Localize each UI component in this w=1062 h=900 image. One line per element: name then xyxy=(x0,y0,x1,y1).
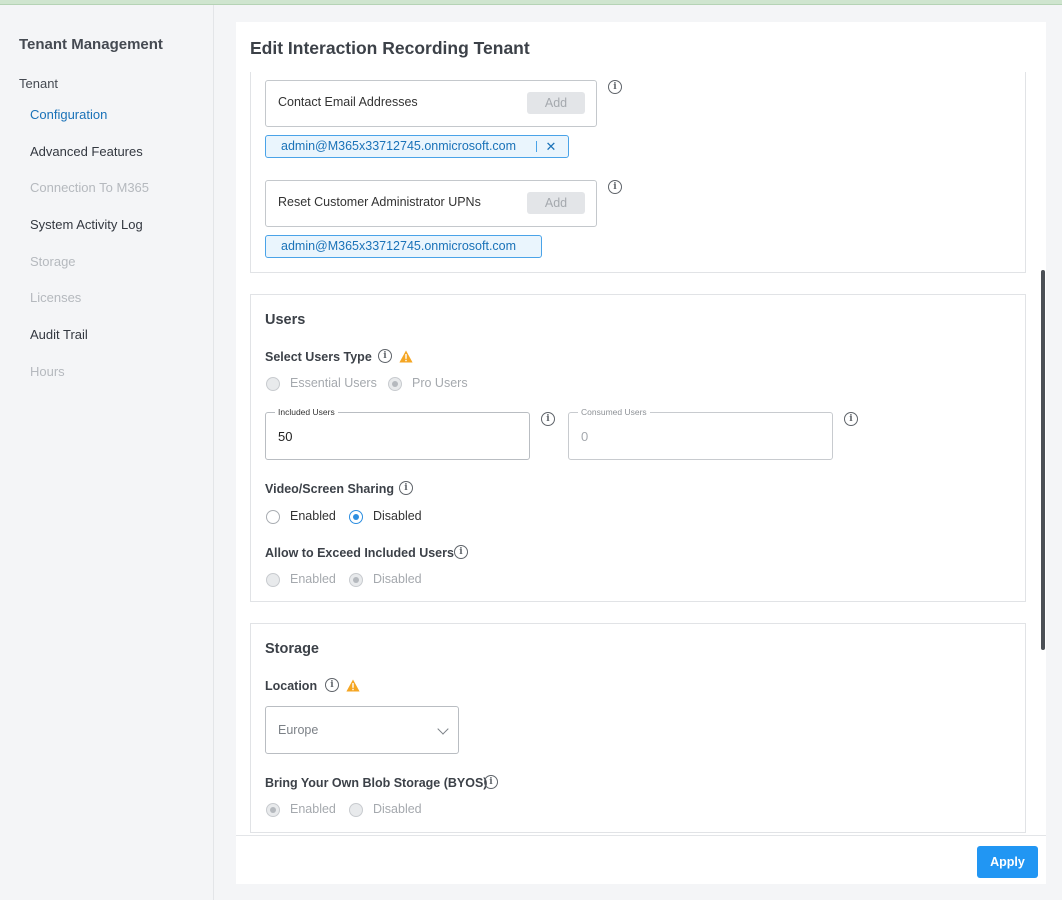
location-label: Location xyxy=(265,679,318,693)
sidebar-item-hours: Hours xyxy=(30,364,65,379)
included-users-value: 50 xyxy=(278,429,293,444)
consumed-users-value: 0 xyxy=(581,429,589,444)
panel-footer: Apply xyxy=(236,835,1046,884)
pro-users-radio xyxy=(388,377,402,391)
video-disabled-radio[interactable] xyxy=(349,510,363,524)
info-icon[interactable]: i xyxy=(541,412,555,426)
reset-admin-upn-field[interactable]: Reset Customer Administrator UPNs Add xyxy=(265,180,597,227)
sidebar-item-system-activity-log[interactable]: System Activity Log xyxy=(30,217,143,232)
page-title: Edit Interaction Recording Tenant xyxy=(250,38,530,58)
allow-exceed-users-label: Allow to Exceed Included Users xyxy=(265,546,454,560)
video-enabled-label[interactable]: Enabled xyxy=(290,509,336,523)
form-scroll-area[interactable]: Contact Email Addresses Add i admin@M365… xyxy=(236,72,1046,835)
byos-enabled-label: Enabled xyxy=(290,802,336,816)
chip-text: admin@M365x33712745.onmicrosoft.com xyxy=(281,139,517,153)
sidebar-item-connection-to-m365: Connection To M365 xyxy=(30,180,150,195)
byos-enabled-radio xyxy=(266,803,280,817)
info-icon[interactable]: i xyxy=(484,775,498,789)
warning-icon xyxy=(346,679,360,692)
exceed-disabled-radio xyxy=(349,573,363,587)
reset-admin-upn-label: Reset Customer Administrator UPNs xyxy=(278,195,481,209)
info-icon[interactable]: i xyxy=(325,678,339,692)
included-users-label: Included Users xyxy=(275,407,338,417)
sidebar-item-audit-trail[interactable]: Audit Trail xyxy=(30,327,88,342)
video-screen-sharing-label: Video/Screen Sharing xyxy=(265,482,394,496)
storage-section-title: Storage xyxy=(265,641,319,657)
close-icon[interactable]: ✕ xyxy=(544,136,558,157)
contact-email-chip: admin@M365x33712745.onmicrosoft.com ✕ xyxy=(265,135,569,158)
chip-text: admin@M365x33712745.onmicrosoft.com xyxy=(281,239,517,253)
reset-admin-upn-add-button: Add xyxy=(527,192,585,214)
exceed-enabled-radio xyxy=(266,573,280,587)
info-icon[interactable]: i xyxy=(399,481,413,495)
contact-email-add-button: Add xyxy=(527,92,585,114)
contacts-card: Contact Email Addresses Add i admin@M365… xyxy=(250,72,1026,273)
sidebar-section-tenant: Tenant xyxy=(19,76,59,91)
info-icon[interactable]: i xyxy=(844,412,858,426)
pro-users-label: Pro Users xyxy=(412,376,468,390)
byos-label: Bring Your Own Blob Storage (BYOS) xyxy=(265,776,488,790)
location-selected-value: Europe xyxy=(278,723,319,737)
sidebar-item-configuration[interactable]: Configuration xyxy=(30,107,107,122)
video-enabled-radio[interactable] xyxy=(266,510,280,524)
sidebar-item-storage: Storage xyxy=(30,254,76,269)
select-users-type-label: Select Users Type xyxy=(265,350,372,364)
info-icon[interactable]: i xyxy=(608,180,622,194)
chip-divider xyxy=(536,141,537,152)
contact-email-field[interactable]: Contact Email Addresses Add xyxy=(265,80,597,127)
sidebar-item-advanced-features[interactable]: Advanced Features xyxy=(30,144,143,159)
exceed-disabled-label: Disabled xyxy=(373,572,422,586)
location-select[interactable]: Europe xyxy=(265,706,459,754)
consumed-users-input: Consumed Users 0 xyxy=(568,407,833,460)
users-card: Users Select Users Type i Essential User… xyxy=(250,294,1026,602)
info-icon[interactable]: i xyxy=(378,349,392,363)
included-users-input[interactable]: Included Users 50 xyxy=(265,407,530,460)
edit-tenant-panel: Edit Interaction Recording Tenant Contac… xyxy=(236,22,1046,884)
info-icon[interactable]: i xyxy=(454,545,468,559)
byos-disabled-radio xyxy=(349,803,363,817)
sidebar-item-licenses: Licenses xyxy=(30,290,82,305)
sidebar: Tenant Management Tenant Configuration A… xyxy=(0,5,214,900)
users-section-title: Users xyxy=(265,312,306,328)
warning-icon xyxy=(399,350,413,363)
chevron-down-icon xyxy=(437,723,449,735)
contact-email-label: Contact Email Addresses xyxy=(278,95,418,109)
storage-card: Storage Location i Europe Bring Your Own… xyxy=(250,623,1026,833)
essential-users-radio xyxy=(266,377,280,391)
consumed-users-label: Consumed Users xyxy=(578,407,650,417)
video-disabled-label[interactable]: Disabled xyxy=(373,509,422,523)
apply-button[interactable]: Apply xyxy=(977,846,1038,878)
byos-disabled-label: Disabled xyxy=(373,802,422,816)
reset-admin-upn-chip: admin@M365x33712745.onmicrosoft.com xyxy=(265,235,542,258)
essential-users-label: Essential Users xyxy=(290,376,377,390)
vertical-scrollbar[interactable] xyxy=(1041,270,1045,650)
exceed-enabled-label: Enabled xyxy=(290,572,336,586)
info-icon[interactable]: i xyxy=(608,80,622,94)
sidebar-title: Tenant Management xyxy=(19,36,163,53)
